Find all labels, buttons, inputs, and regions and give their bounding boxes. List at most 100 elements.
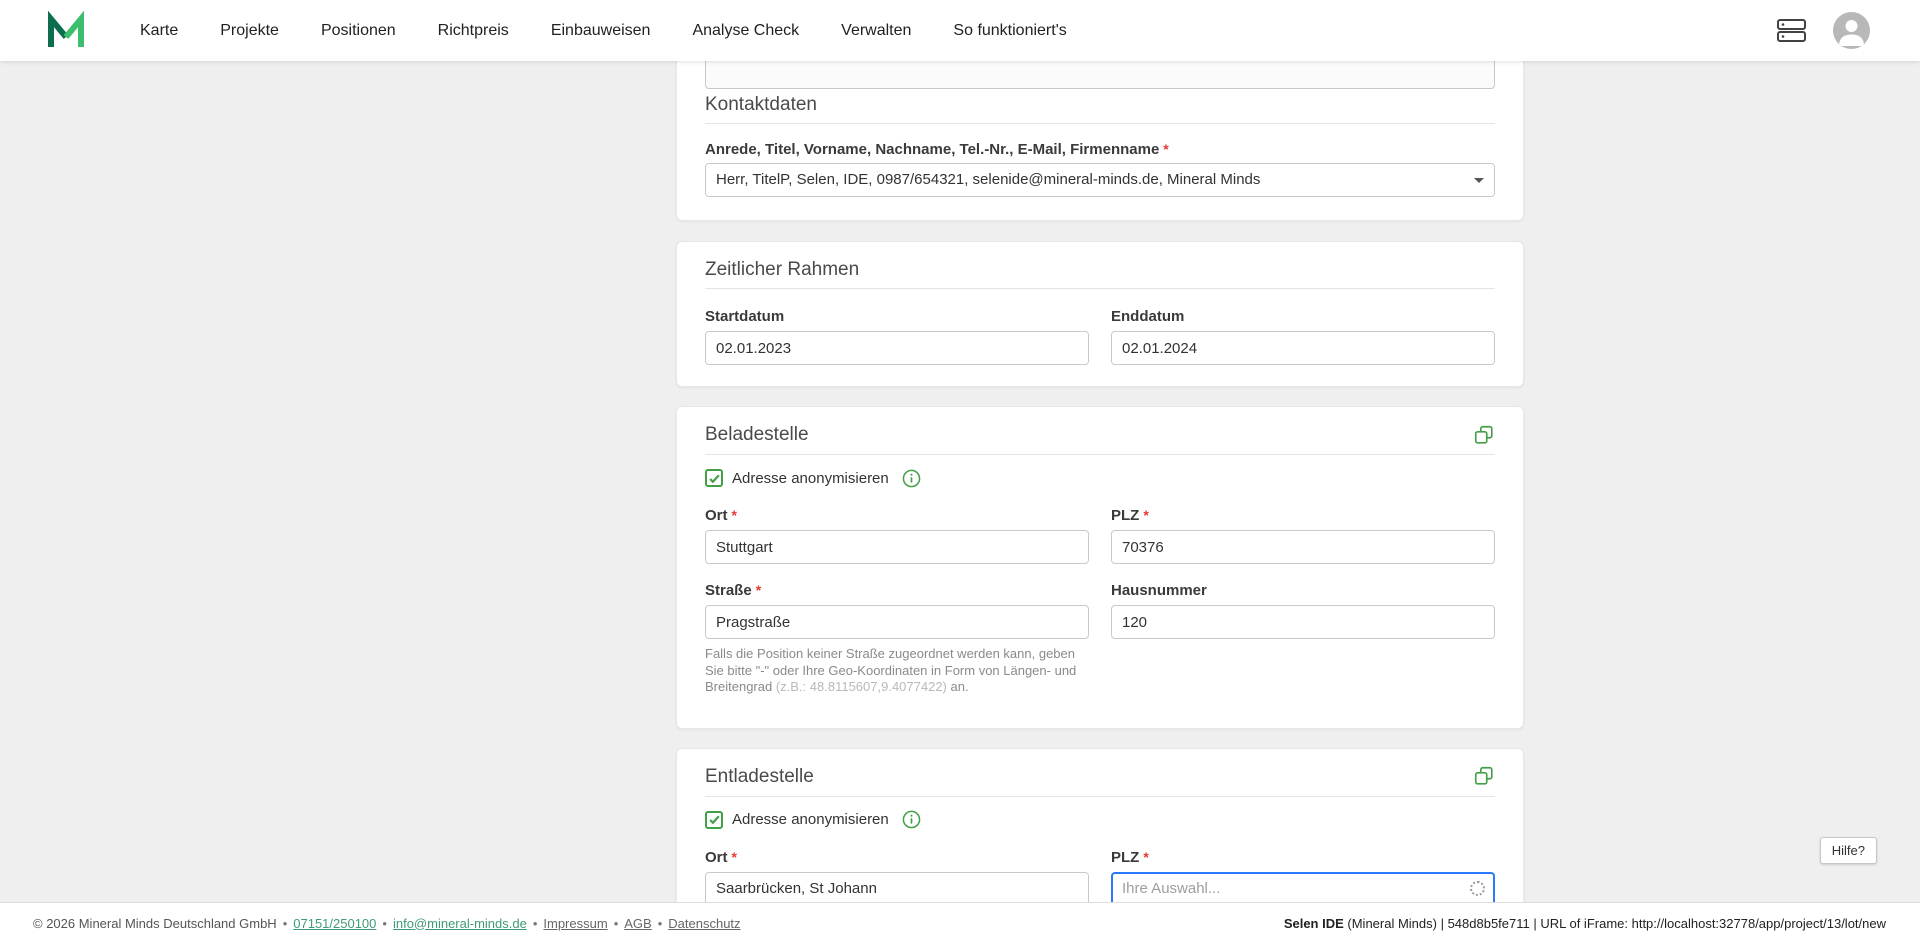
belade-strasse-label: Straße* bbox=[705, 583, 1089, 598]
nav-item-einbauweisen[interactable]: Einbauweisen bbox=[530, 0, 672, 61]
nav-item-projekte[interactable]: Projekte bbox=[199, 0, 300, 61]
entlade-ort-label: Ort* bbox=[705, 850, 1089, 865]
nav-item-positionen[interactable]: Positionen bbox=[300, 0, 417, 61]
startdatum-label: Startdatum bbox=[705, 309, 1089, 324]
separator: • bbox=[533, 916, 538, 931]
impressum-link[interactable]: Impressum bbox=[543, 916, 607, 931]
loading-card-title: Beladestelle bbox=[705, 423, 809, 446]
separator: • bbox=[658, 916, 663, 931]
required-asterisk: * bbox=[732, 507, 737, 523]
anonymize-row: Adresse anonymisieren bbox=[705, 810, 1495, 830]
info-icon[interactable] bbox=[902, 810, 921, 829]
anonymize-checkbox[interactable] bbox=[705, 469, 723, 487]
unloading-card-title: Entladestelle bbox=[705, 765, 814, 788]
nav-item-karte[interactable]: Karte bbox=[119, 0, 199, 61]
contact-select-wrap: Herr, TitelP, Selen, IDE, 0987/654321, s… bbox=[705, 163, 1495, 197]
enddatum-label: Enddatum bbox=[1111, 309, 1495, 324]
loading-point-card: Beladestelle Adresse anonymisieren Ort bbox=[676, 406, 1524, 729]
entlade-ort-field: Ort* bbox=[705, 850, 1089, 906]
navbar-right-group bbox=[1776, 12, 1870, 49]
required-asterisk: * bbox=[756, 582, 761, 598]
belade-strasse-label-text: Straße bbox=[705, 582, 752, 599]
separator: • bbox=[382, 916, 387, 931]
divider bbox=[705, 454, 1495, 455]
entlade-plz-input[interactable] bbox=[1111, 872, 1495, 906]
strasse-helper-text: Falls die Position keiner Straße zugeord… bbox=[705, 646, 1089, 696]
required-asterisk: * bbox=[1163, 141, 1168, 157]
chevron-down-icon bbox=[1474, 178, 1484, 183]
belade-ort-field: Ort* bbox=[705, 508, 1089, 564]
app-name-text: Selen IDE bbox=[1284, 916, 1344, 931]
contact-card-title: Kontaktdaten bbox=[705, 93, 1495, 116]
required-asterisk: * bbox=[1143, 507, 1148, 523]
info-icon[interactable] bbox=[902, 469, 921, 488]
belade-hausnummer-field: Hausnummer bbox=[1111, 583, 1495, 696]
mineral-minds-logo[interactable] bbox=[46, 11, 86, 51]
entlade-plz-label: PLZ* bbox=[1111, 850, 1495, 865]
belade-ort-label: Ort* bbox=[705, 508, 1089, 523]
helper-suffix: an. bbox=[947, 679, 969, 694]
anonymize-label: Adresse anonymisieren bbox=[732, 811, 889, 828]
loading-spinner-icon bbox=[1470, 881, 1485, 896]
entlade-plz-label-text: PLZ bbox=[1111, 849, 1139, 866]
entlade-ort-input[interactable] bbox=[705, 872, 1089, 906]
footer-right: Selen IDE (Mineral Minds) | 548d8b5fe711… bbox=[1284, 916, 1886, 931]
copy-icon[interactable] bbox=[1473, 765, 1495, 787]
nav-item-so-funktionierts[interactable]: So funktioniert's bbox=[932, 0, 1087, 61]
startdatum-field: Startdatum bbox=[705, 309, 1089, 365]
nav-item-analyse-check[interactable]: Analyse Check bbox=[671, 0, 820, 61]
separator: • bbox=[614, 916, 619, 931]
checkmark-icon bbox=[708, 472, 721, 485]
entlade-plz-field: PLZ* bbox=[1111, 850, 1495, 906]
belade-plz-field: PLZ* bbox=[1111, 508, 1495, 564]
required-asterisk: * bbox=[1143, 849, 1148, 865]
contact-select[interactable]: Herr, TitelP, Selen, IDE, 0987/654321, s… bbox=[705, 163, 1495, 197]
belade-plz-label: PLZ* bbox=[1111, 508, 1495, 523]
belade-plz-label-text: PLZ bbox=[1111, 507, 1139, 524]
copyright-text: © 2026 Mineral Minds Deutschland GmbH bbox=[33, 916, 277, 931]
email-link[interactable]: info@mineral-minds.de bbox=[393, 916, 527, 931]
belade-hausnummer-input[interactable] bbox=[1111, 605, 1495, 639]
nav-item-verwalten[interactable]: Verwalten bbox=[820, 0, 932, 61]
belade-hausnummer-label: Hausnummer bbox=[1111, 583, 1495, 598]
help-button[interactable]: Hilfe? bbox=[1820, 837, 1877, 864]
entlade-ort-label-text: Ort bbox=[705, 849, 728, 866]
divider bbox=[705, 123, 1495, 124]
agb-link[interactable]: AGB bbox=[624, 916, 651, 931]
startdatum-input[interactable] bbox=[705, 331, 1089, 365]
divider bbox=[705, 796, 1495, 797]
required-asterisk: * bbox=[732, 849, 737, 865]
timeframe-card: Zeitlicher Rahmen Startdatum Enddatum bbox=[676, 241, 1524, 387]
entlade-plz-wrap bbox=[1111, 872, 1495, 906]
anonymize-label: Adresse anonymisieren bbox=[732, 470, 889, 487]
datenschutz-link[interactable]: Datenschutz bbox=[668, 916, 740, 931]
separator: • bbox=[283, 916, 288, 931]
belade-strasse-field: Straße* Falls die Position keiner Straße… bbox=[705, 583, 1089, 696]
divider bbox=[705, 288, 1495, 289]
anonymize-checkbox[interactable] bbox=[705, 811, 723, 829]
footer-left: © 2026 Mineral Minds Deutschland GmbH • … bbox=[33, 916, 741, 931]
copy-icon[interactable] bbox=[1473, 424, 1495, 446]
top-navbar: Karte Projekte Positionen Richtpreis Ein… bbox=[0, 0, 1920, 61]
nav-item-richtpreis[interactable]: Richtpreis bbox=[417, 0, 530, 61]
belade-ort-input[interactable] bbox=[705, 530, 1089, 564]
logo-icon bbox=[46, 11, 86, 51]
main-nav: Karte Projekte Positionen Richtpreis Ein… bbox=[119, 0, 1088, 61]
phone-link[interactable]: 07151/250100 bbox=[293, 916, 376, 931]
checkmark-icon bbox=[708, 813, 721, 826]
session-info-text: (Mineral Minds) | 548d8b5fe711 | URL of … bbox=[1344, 916, 1886, 931]
contact-field-label-text: Anrede, Titel, Vorname, Nachname, Tel.-N… bbox=[705, 141, 1159, 158]
server-icon[interactable] bbox=[1776, 18, 1807, 43]
belade-ort-label-text: Ort bbox=[705, 507, 728, 524]
contact-field-label: Anrede, Titel, Vorname, Nachname, Tel.-N… bbox=[705, 142, 1495, 157]
belade-plz-input[interactable] bbox=[1111, 530, 1495, 564]
timeframe-card-title: Zeitlicher Rahmen bbox=[705, 258, 1495, 281]
form-content: Kontaktdaten Anrede, Titel, Vorname, Nac… bbox=[676, 0, 1524, 943]
helper-example: (z.B.: 48.8115607,9.4077422) bbox=[776, 679, 947, 694]
enddatum-input[interactable] bbox=[1111, 331, 1495, 365]
belade-strasse-input[interactable] bbox=[705, 605, 1089, 639]
footer: © 2026 Mineral Minds Deutschland GmbH • … bbox=[0, 902, 1920, 943]
anonymize-row: Adresse anonymisieren bbox=[705, 468, 1495, 488]
user-avatar[interactable] bbox=[1833, 12, 1870, 49]
enddatum-field: Enddatum bbox=[1111, 309, 1495, 365]
